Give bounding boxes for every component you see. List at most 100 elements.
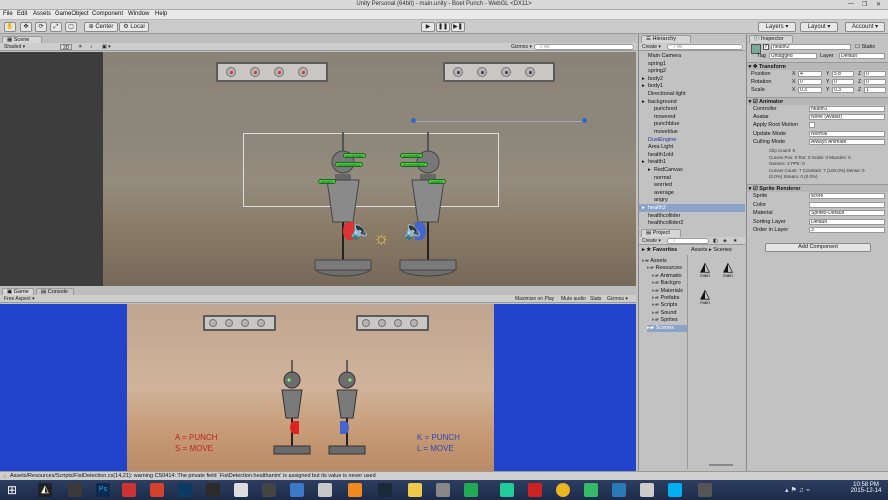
tab-hierarchy[interactable]: ☰ Hierarchy xyxy=(641,35,691,43)
app-taskbar-icon[interactable] xyxy=(290,483,304,497)
status-message[interactable]: Assets/Resources/Scripts/FistDetection.c… xyxy=(10,473,376,479)
scene-view[interactable]: 🔈 🔈 ☼ punchstill movecontrol weight punc… xyxy=(103,52,636,286)
gizmos-dropdown[interactable]: Gizmos ▾ xyxy=(511,44,532,50)
favorite-star-icon[interactable]: ★ xyxy=(733,238,737,244)
inspector-field-value[interactable]: None (Avatar) xyxy=(809,114,885,121)
app-taskbar-icon[interactable] xyxy=(178,483,192,497)
scale-tool-icon[interactable]: ⤢ xyxy=(50,22,62,32)
project-create-dropdown[interactable]: Create ▾ xyxy=(642,238,661,244)
project-search-input[interactable]: ⌕ xyxy=(667,238,709,244)
tag-dropdown[interactable]: Untagged xyxy=(769,53,817,59)
filter-type-icon[interactable]: ◧ xyxy=(713,238,718,244)
layer-dropdown[interactable]: Default xyxy=(839,53,885,59)
app-taskbar-icon[interactable] xyxy=(464,483,478,497)
scene-label-movecontrol[interactable]: movecontrol xyxy=(335,162,363,167)
rect-tool-icon[interactable]: ▢ xyxy=(65,22,77,32)
tray-icons[interactable]: ▴ ⚑ ♫ ⌁ xyxy=(785,486,810,494)
app-taskbar-icon[interactable] xyxy=(500,483,514,497)
project-folder[interactable]: ▸▰ Assets xyxy=(642,258,667,265)
inspector-field-value[interactable] xyxy=(809,201,885,208)
project-folder[interactable]: ▸▰ Scripts xyxy=(652,302,677,309)
minimize-icon[interactable]: — xyxy=(848,1,854,7)
menu-help[interactable]: Help xyxy=(155,11,167,17)
sprite-renderer-header[interactable]: ▾ ☑ Sprite Renderer xyxy=(747,184,888,192)
windows-start-icon[interactable]: ⊞ xyxy=(5,483,19,497)
chrome-taskbar-icon[interactable] xyxy=(556,483,570,497)
play-icon[interactable]: ▶ xyxy=(421,22,435,32)
project-folder[interactable]: ▸▰ Sound xyxy=(652,310,676,317)
shading-dropdown[interactable]: Shaded ▾ xyxy=(4,44,25,50)
rect-handle[interactable] xyxy=(411,118,416,123)
explorer-taskbar-icon[interactable] xyxy=(408,483,422,497)
scene-label-punchstill[interactable]: punchstill xyxy=(343,153,366,158)
steam-taskbar-icon[interactable] xyxy=(378,483,392,497)
aspect-dropdown[interactable]: Free Aspect ▾ xyxy=(4,296,35,302)
app-taskbar-icon[interactable] xyxy=(206,483,220,497)
filter-label-icon[interactable]: ◈ xyxy=(723,238,727,244)
menu-assets[interactable]: Assets xyxy=(33,11,51,17)
inspector-field-value[interactable]: Normal xyxy=(809,130,885,137)
stats-toggle[interactable]: Stats xyxy=(590,296,601,302)
app-taskbar-icon[interactable] xyxy=(122,483,136,497)
menu-window[interactable]: Window xyxy=(128,11,149,17)
close-icon[interactable]: ✕ xyxy=(876,1,881,8)
maximize-on-play-toggle[interactable]: Maximize on Play xyxy=(515,296,554,302)
scene-label-punchstill[interactable]: punchstill xyxy=(400,153,423,158)
mute-audio-toggle[interactable]: Mute audio xyxy=(561,296,586,302)
filezilla-taskbar-icon[interactable] xyxy=(528,483,542,497)
menu-edit[interactable]: Edit xyxy=(17,11,27,17)
project-folder[interactable]: ▸▰ Sprites xyxy=(652,317,678,324)
project-folder[interactable]: ▸▰ Scenes xyxy=(647,324,687,332)
scene-asset-tile[interactable]: ◭ main xyxy=(695,260,715,278)
rect-handle[interactable] xyxy=(582,118,587,123)
app-taskbar-icon[interactable] xyxy=(262,483,276,497)
inspector-field-value[interactable]: Default xyxy=(809,218,885,225)
inspector-field-value[interactable] xyxy=(809,122,815,129)
itunes-taskbar-icon[interactable] xyxy=(640,483,654,497)
rotation-z-field[interactable]: 0 xyxy=(864,79,886,85)
effects-icon[interactable]: ▣ ▾ xyxy=(102,44,111,50)
menu-file[interactable]: File xyxy=(3,11,13,17)
favorites-header[interactable]: ▸ ★ Favorites xyxy=(642,247,677,254)
menu-gameobject[interactable]: GameObject xyxy=(55,11,89,17)
scene-asset-tile[interactable]: ◭ main xyxy=(695,287,715,305)
unity-taskbar-icon[interactable]: ◭ xyxy=(38,483,52,497)
lighting-icon[interactable]: ☀ xyxy=(78,44,82,50)
game-gizmos-dropdown[interactable]: Gizmos ▾ xyxy=(607,296,628,302)
tab-inspector[interactable]: ⓘ Inspector xyxy=(749,35,793,43)
maximize-icon[interactable]: ❐ xyxy=(862,1,867,8)
animator-header[interactable]: ▾ ☑ Animator xyxy=(747,97,888,105)
app-taskbar-icon[interactable] xyxy=(318,483,332,497)
inspector-field-value[interactable]: Sprites-Default xyxy=(809,210,885,217)
rotation-y-field[interactable]: 0 xyxy=(832,79,854,85)
step-icon[interactable]: ▶❚ xyxy=(451,22,465,32)
local-global-button[interactable]: ⚙ Local xyxy=(119,22,149,32)
scene-asset-tile[interactable]: ◭ main xyxy=(718,260,738,278)
inspector-field-value[interactable]: 3 xyxy=(809,227,885,234)
mode-2d-toggle[interactable]: 2D xyxy=(60,44,73,51)
rotation-x-field[interactable]: 0 xyxy=(798,79,822,85)
project-folder[interactable]: ▸▰ Backgro xyxy=(652,280,681,287)
hierarchy-create-dropdown[interactable]: Create ▾ xyxy=(642,44,661,50)
photoshop-taskbar-icon[interactable]: Ps xyxy=(96,483,110,497)
tab-project[interactable]: ▤ Project xyxy=(641,229,681,237)
hierarchy-item[interactable]: healthcollider2 xyxy=(639,219,745,227)
scale-x-field[interactable]: 0.3 xyxy=(798,87,822,93)
rotate-tool-icon[interactable]: ⟳ xyxy=(35,22,47,32)
project-folder[interactable]: ▸▰ Prefabs xyxy=(652,295,680,302)
layers-dropdown[interactable]: Layers ▾ xyxy=(758,22,796,32)
app-taskbar-icon[interactable] xyxy=(698,483,712,497)
hand-tool-icon[interactable]: ✋ xyxy=(4,22,16,32)
project-folder[interactable]: ▸▰ Resources xyxy=(647,265,682,272)
move-tool-icon[interactable]: ✥ xyxy=(20,22,32,32)
menu-component[interactable]: Component xyxy=(92,11,123,17)
add-component-button[interactable]: Add Component xyxy=(765,243,871,252)
transform-header[interactable]: ▾ ✥ Transform xyxy=(747,62,888,70)
layout-dropdown[interactable]: Layout ▾ xyxy=(800,22,838,32)
scene-label-weight[interactable]: weight xyxy=(318,179,336,184)
scene-search-input[interactable]: ⌕ All xyxy=(534,44,634,50)
scale-z-field[interactable]: 1 xyxy=(864,87,886,93)
position-y-field[interactable]: 5.8 xyxy=(832,71,854,77)
inspector-field-value[interactable]: health1 xyxy=(809,106,885,112)
scene-label-movecontrol[interactable]: movecontrol xyxy=(400,162,428,167)
